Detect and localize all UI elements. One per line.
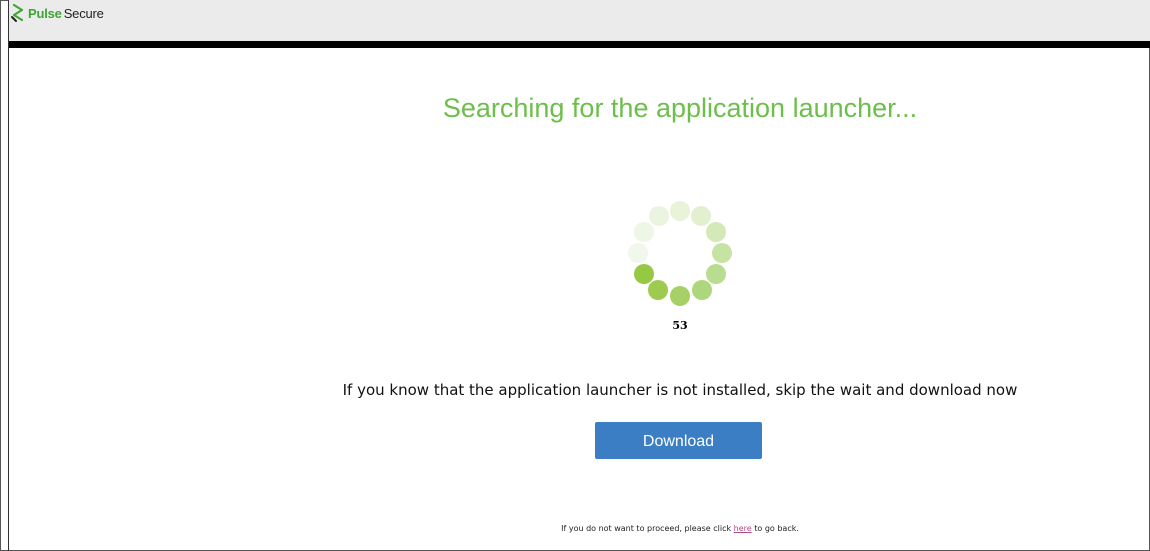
pulse-secure-logo: Pulse Secure [10,1,104,25]
logo-product-text: Secure [63,5,104,21]
spinner-dot [634,264,654,284]
footer-text-after: to go back. [751,524,799,533]
countdown-counter: 53 [672,319,688,332]
header-bar [9,0,1150,41]
loading-spinner-icon [628,201,732,306]
spinner-dot [692,280,712,300]
left-border [8,0,9,551]
pulse-secure-logo-icon [11,3,24,22]
spinner-dot [649,206,669,226]
skip-wait-message: If you know that the application launche… [342,381,1018,399]
spinner-dot [712,243,732,263]
spinner-dot [670,286,690,306]
spinner-dot [706,264,726,284]
spinner-dot [648,280,668,300]
go-back-link[interactable]: here [734,524,752,533]
spinner-dot [670,201,690,221]
spinner-dot [628,243,648,263]
logo-brand-text: Pulse [28,5,62,21]
download-button[interactable]: Download [595,422,762,459]
spinner-dot [691,206,711,226]
footer-text-before: If you do not want to proceed, please cl… [561,524,734,533]
spinner-dot [634,222,654,242]
page-frame [0,0,1150,551]
spinner-dot [706,222,726,242]
header-divider [9,41,1150,48]
go-back-notice: If you do not want to proceed, please cl… [430,524,930,533]
page-title: Searching for the application launcher..… [442,93,918,123]
